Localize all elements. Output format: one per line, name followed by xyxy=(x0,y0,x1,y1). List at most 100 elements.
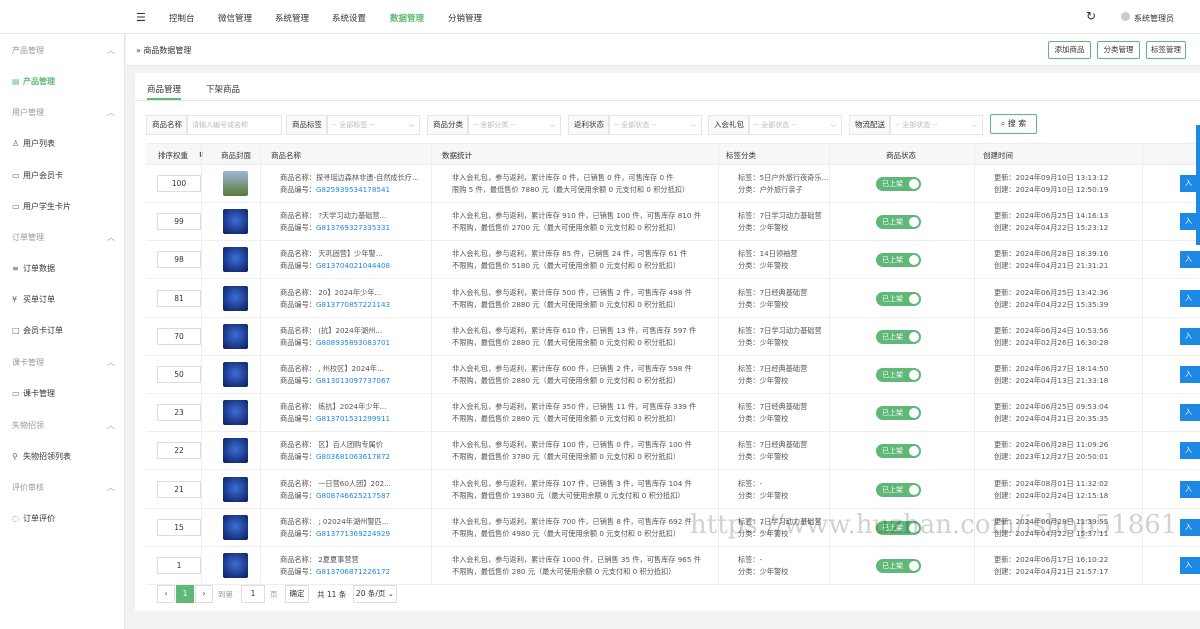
product-name-input[interactable]: 请输入编号或名称 xyxy=(186,115,282,135)
sidebar-section-review[interactable]: 评价审核 xyxy=(12,482,44,493)
sidebar-section-lost-found[interactable]: 失物招领 xyxy=(12,420,44,431)
avatar[interactable] xyxy=(1121,12,1130,21)
add-product-button[interactable]: 添加商品 xyxy=(1048,41,1091,59)
sort-weight-input[interactable]: 21 xyxy=(157,480,201,498)
table-row[interactable]: 22 商品名称： 区】百人团购专属价 商品编号：G803681063617872 非入… xyxy=(146,432,1200,471)
product-cover-image[interactable] xyxy=(223,171,248,196)
product-cover-image[interactable] xyxy=(223,476,248,502)
shipping-select[interactable]: -- 全部状态 -- ⌵ xyxy=(889,115,983,135)
chevron-up-icon[interactable]: ︿ xyxy=(107,482,115,493)
status-toggle[interactable]: 已上架 xyxy=(876,177,921,191)
sidebar-item-order-review[interactable]: ◌ 订单评价 xyxy=(12,513,55,524)
nav-distribution[interactable]: 分销管理 xyxy=(448,12,482,24)
row-action-button[interactable]: 入 xyxy=(1180,327,1200,345)
gift-select[interactable]: -- 全部状态 -- ⌵ xyxy=(748,115,842,135)
tab-products[interactable]: 商品管理 xyxy=(147,83,182,100)
sidebar-section-course-card[interactable]: 课卡管理 xyxy=(12,357,44,368)
prev-page-icon[interactable]: ‹ xyxy=(157,585,175,603)
confirm-button[interactable]: 确定 xyxy=(285,585,309,603)
sidebar-section-order[interactable]: 订单管理 xyxy=(12,232,44,243)
sidebar-section-user[interactable]: 用户管理 xyxy=(12,107,44,118)
tab-offshelf[interactable]: 下架商品 xyxy=(206,83,240,95)
scroll-indicator[interactable] xyxy=(1196,125,1200,245)
rebate-select[interactable]: -- 全部状态 -- ⌵ xyxy=(608,115,702,135)
sort-weight-input[interactable]: 100 xyxy=(157,175,201,192)
chevron-up-icon[interactable]: ︿ xyxy=(107,420,115,431)
row-action-button[interactable]: 入 xyxy=(1180,442,1200,460)
row-action-button[interactable]: 入 xyxy=(1180,404,1200,422)
nav-settings[interactable]: 系统设置 xyxy=(332,12,366,24)
chevron-up-icon[interactable]: ︿ xyxy=(107,107,115,118)
table-row[interactable]: 98 商品名称： 天巩固营】少年警... 商品编号：G813704021044408… xyxy=(146,241,1200,280)
per-page-select[interactable]: 20 条/页 ⌄ xyxy=(353,585,397,603)
row-action-button[interactable]: 入 xyxy=(1180,518,1200,536)
product-code[interactable]: G825939534178541 xyxy=(316,185,390,194)
row-action-button[interactable]: 入 xyxy=(1180,251,1200,269)
sidebar-item-lost-found[interactable]: ⚲ 失物招领列表 xyxy=(12,451,71,462)
sort-weight-input[interactable]: 1 xyxy=(157,557,201,574)
chevron-up-icon[interactable]: ︿ xyxy=(107,45,115,56)
category-manage-button[interactable]: 分类管理 xyxy=(1097,41,1140,59)
table-row[interactable]: 99 商品名称： ?天学习动力基础营... 商品编号：G81376932733533… xyxy=(146,203,1200,242)
product-code[interactable]: G813701531299911 xyxy=(316,414,390,423)
product-code[interactable]: G813704021044408 xyxy=(316,261,390,270)
status-toggle[interactable]: 已上架 xyxy=(876,406,921,421)
status-toggle[interactable]: 已上架 xyxy=(876,329,921,344)
product-cover-image[interactable] xyxy=(223,247,248,273)
row-action-button[interactable]: 入 xyxy=(1180,480,1200,498)
status-toggle[interactable]: 已上架 xyxy=(876,368,921,382)
sort-weight-input[interactable]: 22 xyxy=(157,442,201,460)
chevron-up-icon[interactable]: ︿ xyxy=(107,357,115,368)
sidebar-item-user-list[interactable]: ♙ 用户列表 xyxy=(12,138,55,149)
sort-weight-input[interactable]: 50 xyxy=(157,366,201,383)
product-cover-image[interactable] xyxy=(223,553,248,578)
table-row[interactable]: 50 商品名称： , 州校区】2024年... 商品编号：G813013097737… xyxy=(146,356,1200,394)
category-select[interactable]: -- 全部分类 -- ⌵ xyxy=(467,115,561,135)
sidebar-item-card-order[interactable]: □ 会员卡订单 xyxy=(12,325,63,336)
table-row[interactable]: 21 商品名称： 一日营60人团】202... 商品编号：G808746625217… xyxy=(146,471,1200,509)
username[interactable]: 系统管理员 xyxy=(1134,13,1174,24)
sidebar-item-course-card[interactable]: ▭ 课卡管理 xyxy=(12,388,55,399)
product-code[interactable]: G803681063617872 xyxy=(316,452,390,461)
sort-weight-input[interactable]: 70 xyxy=(157,327,201,345)
status-toggle[interactable]: 已上架 xyxy=(876,559,921,573)
table-row[interactable]: 81 商品名称： 20】2024年少年... 商品编号：G8137708572211… xyxy=(146,280,1200,318)
sort-weight-input[interactable]: 23 xyxy=(157,404,201,422)
nav-data[interactable]: 数据管理 xyxy=(390,12,424,24)
sort-weight-input[interactable]: 99 xyxy=(157,213,201,231)
sidebar-item-student-card[interactable]: ▭ 用户学生卡片 xyxy=(12,201,71,212)
tag-manage-button[interactable]: 标签管理 xyxy=(1146,41,1186,59)
status-toggle[interactable]: 已上架 xyxy=(876,291,921,306)
nav-wechat[interactable]: 微信管理 xyxy=(218,12,252,24)
product-code[interactable]: G813770857221143 xyxy=(316,300,390,309)
table-row[interactable]: 70 商品名称： (抗】2024年湖州... 商品编号：G8089358930837… xyxy=(146,318,1200,356)
product-code[interactable]: G808746625217587 xyxy=(316,491,390,500)
status-toggle[interactable]: 已上架 xyxy=(876,482,921,497)
page-goto-input[interactable]: 1 xyxy=(241,585,265,603)
product-cover-image[interactable] xyxy=(223,400,248,426)
product-cover-image[interactable] xyxy=(223,209,248,235)
sort-weight-input[interactable]: 98 xyxy=(157,251,201,269)
nav-dashboard[interactable]: 控制台 xyxy=(169,12,195,24)
table-row[interactable]: 1 商品名称： 2夏夏事营营 商品编号：G813706871226172 非入会礼包，… xyxy=(146,547,1200,585)
status-toggle[interactable]: 已上架 xyxy=(876,444,921,459)
chevron-up-icon[interactable]: ︿ xyxy=(107,232,115,243)
product-cover-image[interactable] xyxy=(223,514,248,540)
next-page-icon[interactable]: › xyxy=(195,585,213,603)
row-action-button[interactable]: 入 xyxy=(1180,366,1200,383)
status-toggle[interactable]: 已上架 xyxy=(876,253,921,268)
refresh-icon[interactable]: ↻ xyxy=(1086,9,1096,23)
product-code[interactable]: G813771369224929 xyxy=(316,529,390,538)
sort-weight-input[interactable]: 15 xyxy=(157,518,201,536)
row-action-button[interactable]: 入 xyxy=(1180,557,1200,574)
sidebar-item-bill-order[interactable]: ¥ 买单订单 xyxy=(12,294,55,305)
product-cover-image[interactable] xyxy=(223,362,248,387)
product-code[interactable]: G813769327335331 xyxy=(316,223,390,232)
nav-system[interactable]: 系统管理 xyxy=(275,12,309,24)
sidebar-section-product[interactable]: 产品管理 xyxy=(12,45,44,56)
sidebar-item-member-card[interactable]: ▭ 用户会员卡 xyxy=(12,170,63,181)
table-row[interactable]: 23 商品名称： 练抗】2024年少年... 商品编号：G8137015312999… xyxy=(146,394,1200,433)
status-toggle[interactable]: 已上架 xyxy=(876,215,921,230)
menu-toggle-icon[interactable]: ☰ xyxy=(136,11,146,24)
product-code[interactable]: G813013097737067 xyxy=(316,376,390,385)
